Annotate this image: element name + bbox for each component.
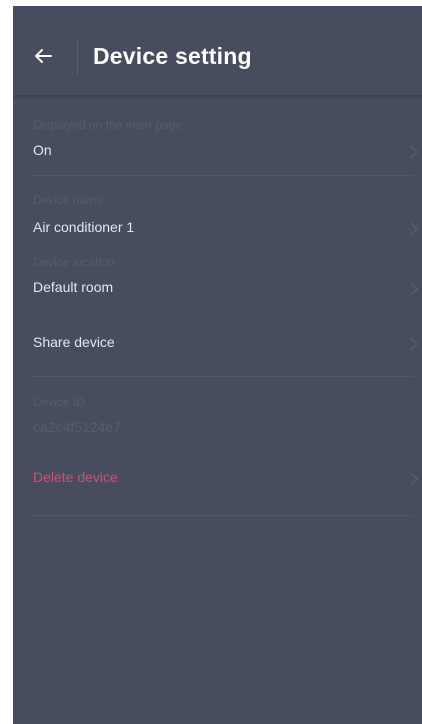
app-header: Device setting: [13, 6, 422, 95]
setting-value: On: [33, 142, 52, 158]
setting-caption: Device ID: [33, 395, 86, 409]
chevron-right-icon: [410, 337, 418, 351]
device-id-value: ca2c4f5124e7: [33, 419, 121, 435]
chevron-right-icon: [410, 472, 418, 486]
setting-row-device-name[interactable]: Device name Air conditioner 1: [33, 176, 418, 253]
setting-caption: Displayed on the main page: [33, 118, 182, 132]
device-setting-screen: Device setting Displayed on the main pag…: [13, 6, 422, 724]
header-divider: [77, 39, 78, 75]
page-title: Device setting: [93, 43, 252, 69]
setting-row-share-device[interactable]: Share device: [33, 327, 418, 377]
setting-caption: Device name: [33, 193, 104, 207]
arrow-left-icon: [35, 49, 52, 63]
chevron-right-icon: [410, 145, 418, 159]
setting-row-device-id: Device ID ca2c4f5124e7: [33, 377, 413, 446]
back-button[interactable]: [29, 42, 57, 70]
setting-row-delete-device[interactable]: Delete device: [33, 446, 418, 516]
setting-row-device-location[interactable]: Device location Default room: [33, 253, 418, 327]
row-divider: [33, 515, 413, 516]
setting-value: Share device: [33, 334, 115, 350]
setting-value: Air conditioner 1: [33, 219, 135, 235]
chevron-right-icon: [410, 222, 418, 236]
chevron-right-icon: [410, 282, 418, 296]
setting-row-main-page[interactable]: Displayed on the main page On: [33, 96, 418, 176]
setting-caption: Device location: [33, 255, 115, 269]
delete-device-label: Delete device: [33, 469, 118, 485]
settings-list: Displayed on the main page On Device nam…: [13, 96, 422, 516]
setting-value: Default room: [33, 279, 114, 295]
